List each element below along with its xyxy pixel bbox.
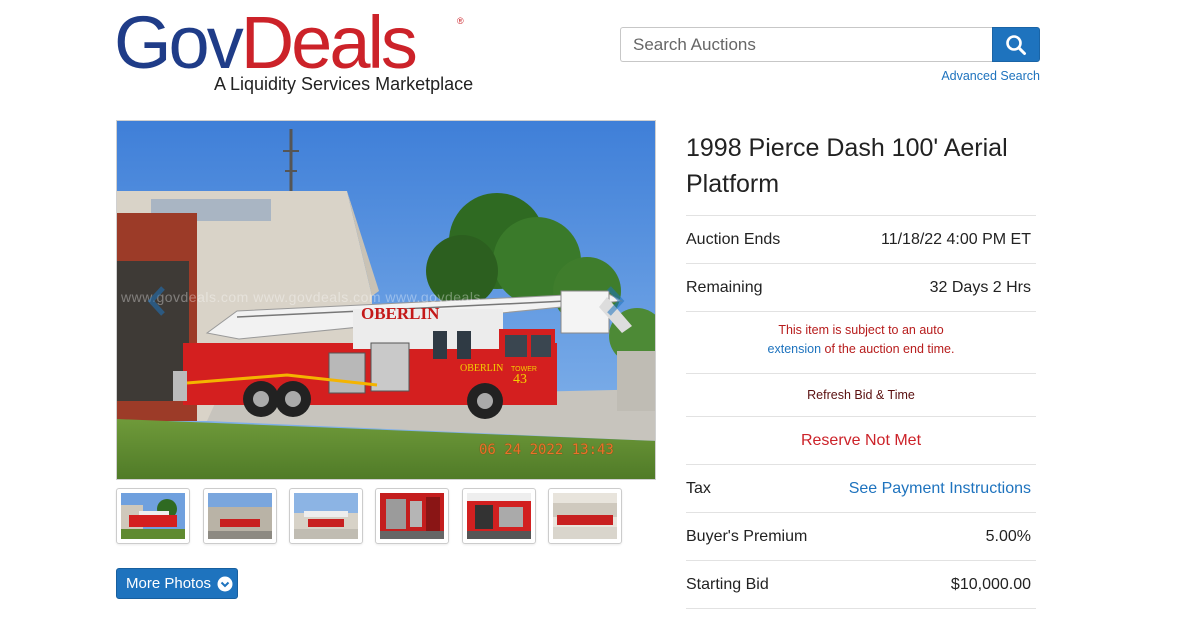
search-button[interactable]: [992, 27, 1040, 62]
logo-deals-text: Deals: [240, 1, 418, 84]
search-input[interactable]: [620, 27, 993, 62]
previous-photo-arrow[interactable]: [143, 283, 171, 319]
auction-ends-value: 11/18/22 4:00 PM ET: [880, 230, 1031, 248]
chevron-right-icon: [607, 286, 625, 316]
payment-instructions-link[interactable]: See Payment Instructions: [849, 480, 1036, 498]
tax-row: Tax See Payment Instructions: [686, 464, 1036, 512]
thumbnail-3[interactable]: [289, 488, 363, 544]
reserve-status-text: Reserve Not Met: [800, 431, 922, 449]
search-bar: [620, 27, 1040, 62]
auto-extension-line1: This item is subject to an auto: [778, 323, 944, 337]
logo-wordmark: GovDeals: [114, 6, 418, 80]
photo-watermark: www.govdeals.com www.govdeals.com www.go…: [121, 289, 481, 305]
thumbnail-strip: [116, 488, 636, 544]
more-photos-label: More Photos: [126, 575, 212, 592]
thumbnail-1[interactable]: [116, 488, 190, 544]
tax-label: Tax: [686, 479, 711, 497]
remaining-row: Remaining 32 Days 2 Hrs: [686, 263, 1036, 311]
truck-number-text: 43: [513, 372, 527, 387]
starting-bid-value: $10,000.00: [950, 575, 1031, 593]
govdeals-logo[interactable]: GovDeals ® A Liquidity Services Marketpl…: [114, 6, 474, 98]
extension-link[interactable]: extension: [768, 342, 822, 356]
starting-bid-row: Starting Bid $10,000.00: [686, 560, 1036, 608]
remaining-value: 32 Days 2 Hrs: [929, 278, 1031, 296]
thumbnail-5[interactable]: [462, 488, 536, 544]
advanced-search-link[interactable]: Advanced Search: [941, 69, 1040, 83]
photo-timestamp: 06 24 2022 13:43: [479, 442, 614, 458]
more-photos-button[interactable]: More Photos: [116, 568, 238, 599]
next-row-divider: [686, 608, 1036, 628]
buyers-premium-value: 5.00%: [985, 527, 1031, 545]
truck-lower-text: OBERLIN: [460, 363, 503, 374]
chevron-left-icon: [147, 286, 165, 316]
refresh-bid-label: Refresh Bid & Time: [807, 388, 915, 402]
truck-oberlin-text: OBERLIN: [361, 304, 440, 323]
search-icon: [1006, 34, 1026, 55]
auction-ends-row: Auction Ends 11/18/22 4:00 PM ET: [686, 215, 1036, 263]
remaining-label: Remaining: [686, 278, 763, 296]
auction-ends-label: Auction Ends: [686, 230, 781, 248]
thumbnail-2[interactable]: [203, 488, 277, 544]
thumbnail-6[interactable]: [548, 488, 622, 544]
auto-extension-line2: of the auction end time.: [821, 342, 955, 356]
chevron-circle-down-icon: [217, 576, 233, 591]
starting-bid-label: Starting Bid: [686, 575, 769, 593]
next-photo-arrow[interactable]: [601, 283, 629, 319]
buyers-premium-label: Buyer's Premium: [686, 527, 808, 545]
logo-gov-text: Gov: [114, 1, 244, 84]
auto-extension-notice: This item is subject to an auto extensio…: [686, 311, 1036, 373]
registered-mark: ®: [457, 16, 464, 26]
buyers-premium-row: Buyer's Premium 5.00%: [686, 512, 1036, 560]
reserve-status: Reserve Not Met: [686, 416, 1036, 464]
thumbnail-4[interactable]: [375, 488, 449, 544]
logo-tagline: A Liquidity Services Marketplace: [214, 74, 474, 94]
listing-title: 1998 Pierce Dash 100' Aerial Platform: [686, 134, 1008, 198]
main-photo[interactable]: OBERLIN OBERLIN TOWER 43 www.govdeals.co…: [116, 120, 656, 480]
refresh-bid-button[interactable]: Refresh Bid & Time: [686, 373, 1036, 416]
auction-info-table: Auction Ends 11/18/22 4:00 PM ET Remaini…: [686, 215, 1036, 628]
